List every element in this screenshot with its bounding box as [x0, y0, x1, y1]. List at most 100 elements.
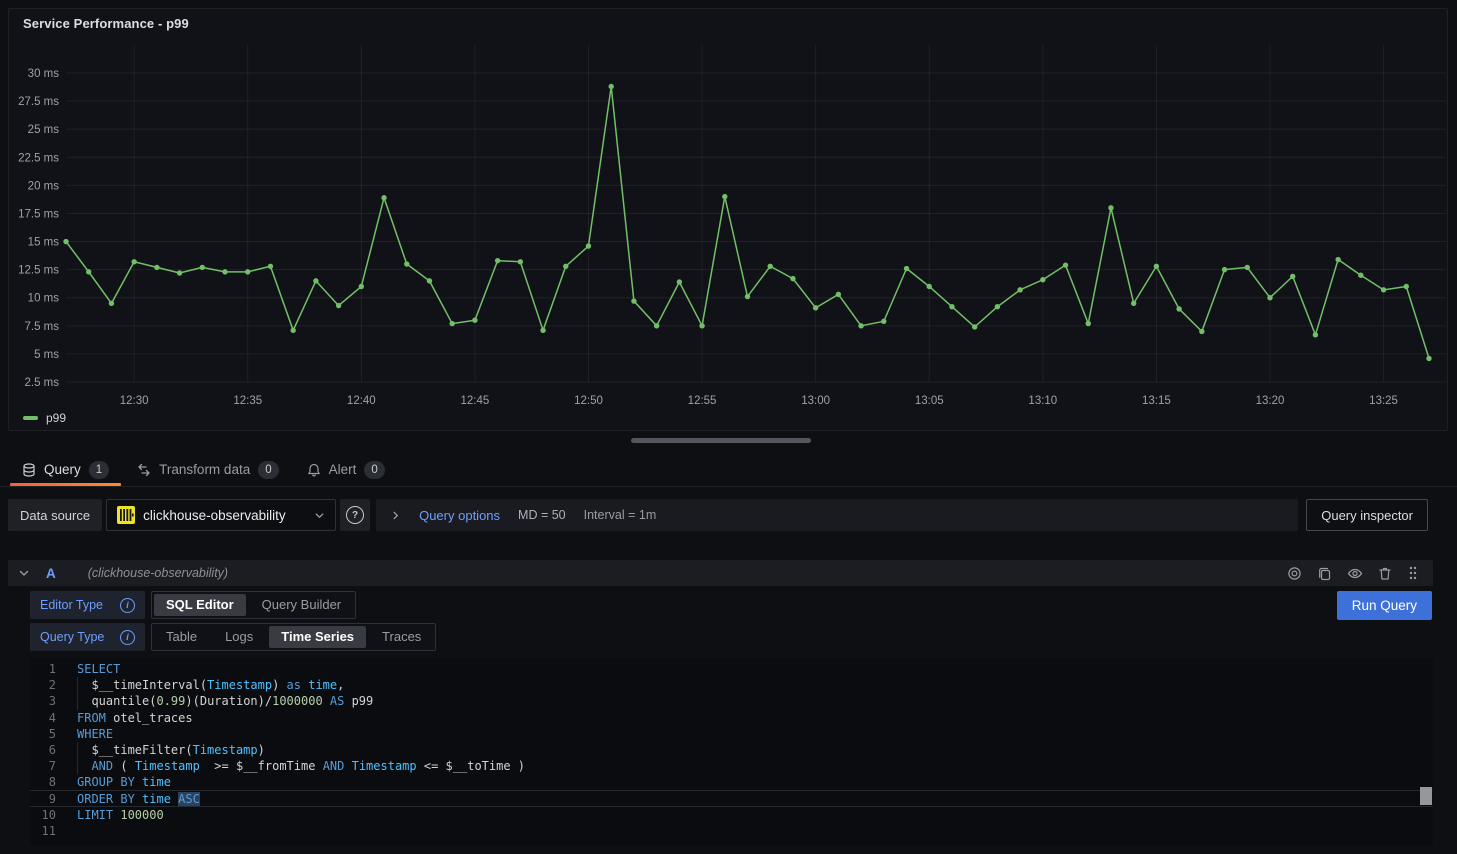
data-point[interactable] [699, 323, 704, 328]
query-type-logs[interactable]: Logs [211, 624, 267, 650]
data-point[interactable] [858, 323, 863, 328]
data-point[interactable] [995, 304, 1000, 309]
tab-alert[interactable]: Alert 0 [293, 453, 399, 486]
query-type-traces[interactable]: Traces [368, 624, 435, 650]
datasource-picker[interactable]: clickhouse-observability [106, 499, 336, 531]
data-point[interactable] [495, 258, 500, 263]
data-point[interactable] [1381, 287, 1386, 292]
data-point[interactable] [1154, 264, 1159, 269]
query-options-toggle[interactable]: Query options [419, 508, 500, 523]
data-point[interactable] [268, 264, 273, 269]
data-point[interactable] [586, 243, 591, 248]
code-line-2[interactable]: 2 $__timeInterval(Timestamp) as time, [30, 677, 1433, 693]
data-point[interactable] [881, 319, 886, 324]
data-point[interactable] [86, 269, 91, 274]
query-type-time-series[interactable]: Time Series [269, 626, 366, 648]
query-type-table[interactable]: Table [152, 624, 211, 650]
editor-type-query-builder[interactable]: Query Builder [248, 592, 355, 618]
data-point[interactable] [1267, 295, 1272, 300]
data-point[interactable] [1358, 273, 1363, 278]
horizontal-scrollbar[interactable] [631, 438, 811, 443]
code-line-8[interactable]: 8GROUP BY time [30, 774, 1433, 790]
data-point[interactable] [722, 194, 727, 199]
duplicate-icon[interactable] [1317, 566, 1332, 581]
data-point[interactable] [563, 264, 568, 269]
code-line-7[interactable]: 7 AND ( Timestamp >= $__fromTime AND Tim… [30, 758, 1433, 774]
data-point[interactable] [1108, 205, 1113, 210]
data-point[interactable] [1426, 356, 1431, 361]
data-point[interactable] [1335, 257, 1340, 262]
data-point[interactable] [1404, 284, 1409, 289]
tab-query[interactable]: Query 1 [8, 453, 123, 486]
run-query-button[interactable]: Run Query [1337, 591, 1432, 620]
data-point[interactable] [222, 269, 227, 274]
data-point[interactable] [449, 321, 454, 326]
data-point[interactable] [1176, 306, 1181, 311]
data-point[interactable] [813, 305, 818, 310]
data-point[interactable] [972, 324, 977, 329]
data-point[interactable] [768, 264, 773, 269]
data-point[interactable] [177, 270, 182, 275]
data-point[interactable] [949, 304, 954, 309]
data-point[interactable] [631, 298, 636, 303]
data-point[interactable] [1131, 301, 1136, 306]
chart-legend[interactable]: p99 [23, 411, 66, 425]
delete-icon[interactable] [1378, 566, 1392, 581]
data-point[interactable] [518, 259, 523, 264]
data-point[interactable] [359, 284, 364, 289]
data-point[interactable] [540, 328, 545, 333]
code-line-1[interactable]: 1SELECT [30, 661, 1433, 677]
data-point[interactable] [1245, 265, 1250, 270]
code-line-9[interactable]: 9ORDER BY time ASC [30, 791, 1433, 807]
data-point[interactable] [313, 278, 318, 283]
data-point[interactable] [927, 284, 932, 289]
data-point[interactable] [904, 266, 909, 271]
data-point[interactable] [472, 318, 477, 323]
data-point[interactable] [790, 276, 795, 281]
query-inspector-button[interactable]: Query inspector [1306, 499, 1428, 531]
chevron-right-icon[interactable] [390, 510, 401, 521]
data-point[interactable] [404, 261, 409, 266]
hide-icon[interactable] [1347, 566, 1363, 581]
data-point[interactable] [427, 278, 432, 283]
data-point[interactable] [200, 265, 205, 270]
data-point[interactable] [609, 84, 614, 89]
data-point[interactable] [677, 279, 682, 284]
code-line-5[interactable]: 5WHERE [30, 726, 1433, 742]
data-point[interactable] [836, 292, 841, 297]
data-point[interactable] [131, 259, 136, 264]
data-point[interactable] [154, 265, 159, 270]
editor-type-sql-editor[interactable]: SQL Editor [154, 594, 246, 616]
collapse-chevron-icon[interactable] [18, 567, 30, 579]
code-line-11[interactable]: 11 [30, 823, 1433, 839]
datasource-help-button[interactable]: ? [340, 499, 370, 531]
data-point[interactable] [1313, 332, 1318, 337]
query-row-header[interactable]: A (clickhouse-observability) [8, 560, 1433, 586]
info-circle-icon[interactable]: i [120, 598, 135, 613]
code-line-6[interactable]: 6 $__timeFilter(Timestamp) [30, 742, 1433, 758]
data-point[interactable] [745, 294, 750, 299]
data-point[interactable] [1040, 277, 1045, 282]
data-point[interactable] [1290, 274, 1295, 279]
legend-series-label[interactable]: p99 [46, 411, 66, 425]
data-point[interactable] [381, 195, 386, 200]
data-point[interactable] [1222, 267, 1227, 272]
tab-transform-data[interactable]: Transform data 0 [123, 453, 292, 486]
data-point[interactable] [1086, 321, 1091, 326]
data-point[interactable] [245, 269, 250, 274]
data-point[interactable] [1199, 329, 1204, 334]
drag-handle-icon[interactable] [1407, 565, 1419, 581]
data-point[interactable] [63, 239, 68, 244]
code-line-3[interactable]: 3 quantile(0.99)(Duration)/1000000 AS p9… [30, 693, 1433, 709]
code-line-10[interactable]: 10LIMIT 100000 [30, 807, 1433, 823]
data-point[interactable] [654, 323, 659, 328]
data-point[interactable] [290, 328, 295, 333]
data-point[interactable] [1063, 262, 1068, 267]
data-point[interactable] [336, 303, 341, 308]
data-point[interactable] [1017, 287, 1022, 292]
info-circle-icon[interactable]: i [120, 630, 135, 645]
disable-icon[interactable] [1287, 566, 1302, 581]
sql-code-editor[interactable]: 1SELECT2 $__timeInterval(Timestamp) as t… [30, 658, 1433, 845]
code-line-4[interactable]: 4FROM otel_traces [30, 710, 1433, 726]
data-point[interactable] [109, 301, 114, 306]
